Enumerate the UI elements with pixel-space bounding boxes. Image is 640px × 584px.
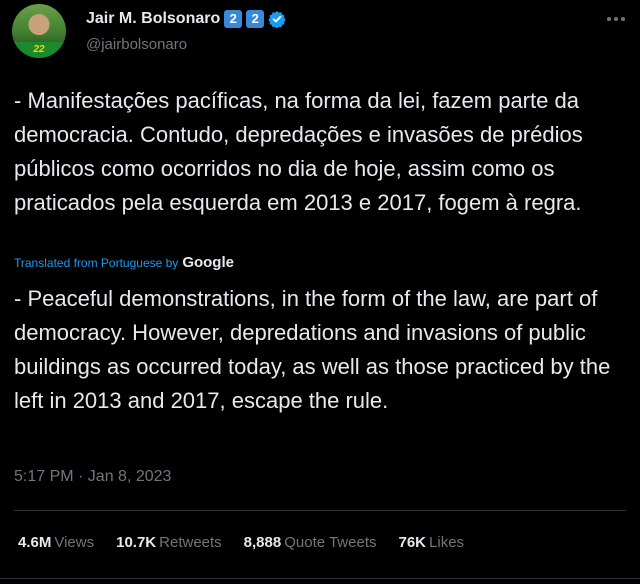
stat-quote-tweets[interactable]: 8,888 Quote Tweets bbox=[244, 534, 377, 551]
author-name[interactable]: Jair M. Bolsonaro bbox=[86, 10, 220, 28]
tweet-header: 22 Jair M. Bolsonaro 2 2 @jairbolsonaro bbox=[12, 4, 628, 62]
stat-label: Retweets bbox=[159, 534, 222, 551]
translation-attribution[interactable]: Translated from Portuguese by Google bbox=[14, 254, 234, 271]
stat-retweets[interactable]: 10.7K Retweets bbox=[116, 534, 222, 551]
divider bbox=[0, 578, 640, 579]
avatar-banner: 22 bbox=[12, 42, 66, 58]
translator-name: Google bbox=[182, 254, 234, 271]
more-options-icon[interactable] bbox=[604, 10, 628, 28]
stat-value: 4.6M bbox=[18, 534, 52, 551]
tweet-text: - Manifestações pacíficas, na forma da l… bbox=[14, 88, 583, 215]
stat-value: 8,888 bbox=[243, 534, 282, 551]
keycap-badge-2: 2 bbox=[246, 10, 265, 28]
stat-label: Likes bbox=[429, 534, 465, 551]
stat-likes[interactable]: 76K Likes bbox=[399, 534, 465, 551]
verified-badge-icon bbox=[268, 11, 286, 28]
author-name-row: Jair M. Bolsonaro 2 2 bbox=[86, 10, 286, 28]
tweet-timestamp[interactable]: 5:17 PM · Jan 8, 2023 bbox=[14, 468, 171, 486]
stat-value: 76K bbox=[398, 534, 427, 551]
keycap-badge-1: 2 bbox=[224, 10, 243, 28]
divider bbox=[14, 510, 626, 511]
translated-label: Translated from Portuguese by bbox=[14, 255, 179, 270]
avatar[interactable]: 22 bbox=[12, 4, 66, 58]
stat-label: Quote Tweets bbox=[284, 534, 377, 551]
stat-views[interactable]: 4.6M Views bbox=[18, 534, 94, 551]
stat-value: 10.7K bbox=[116, 534, 157, 551]
author-handle[interactable]: @jairbolsonaro bbox=[86, 36, 187, 53]
tweet-translation: - Peaceful demonstrations, in the form o… bbox=[14, 286, 611, 413]
stat-label: Views bbox=[54, 534, 95, 551]
tweet-stats: 4.6M Views 10.7K Retweets 8,888 Quote Tweet… bbox=[18, 534, 464, 551]
